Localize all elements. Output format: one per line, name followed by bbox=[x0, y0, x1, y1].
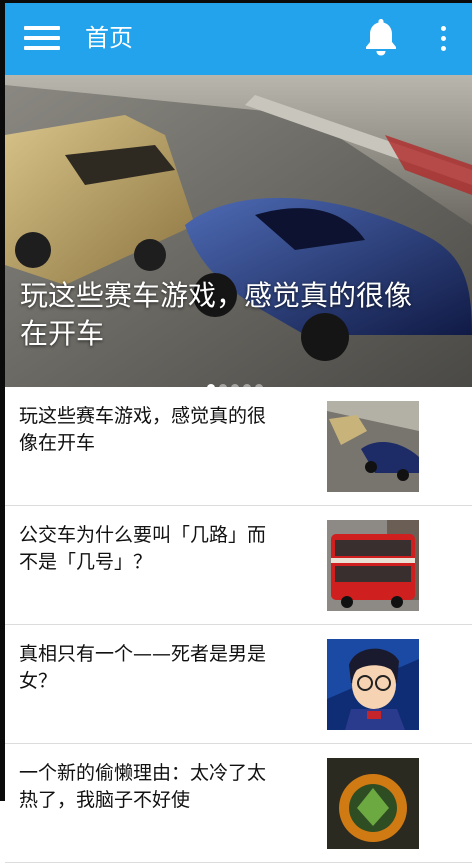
bell-icon[interactable] bbox=[361, 15, 401, 59]
article-title: 玩这些赛车游戏，感觉真的很像在开车 bbox=[19, 405, 267, 454]
article-title: 一个新的偷懒理由：太冷了太热了，我脑子不好使 bbox=[19, 762, 267, 811]
more-vertical-icon[interactable] bbox=[433, 23, 453, 55]
thumbnail-red-bus bbox=[327, 520, 419, 611]
banner-headline: 玩这些赛车游戏，感觉真的很像在开车 bbox=[20, 279, 413, 350]
article-title: 真相只有一个——死者是男是女？ bbox=[19, 643, 267, 692]
thumbnail-green-dial bbox=[327, 758, 419, 849]
article-item[interactable]: 公交车为什么要叫「几路」而不是「几号」？ bbox=[5, 506, 472, 625]
page-title: 首页 bbox=[85, 24, 133, 52]
article-item[interactable]: 真相只有一个——死者是男是女？ bbox=[5, 625, 472, 744]
article-list: 玩这些赛车游戏，感觉真的很像在开车 公交车为什么要叫「几路」而不是「几号」？ 真… bbox=[5, 387, 472, 863]
carousel-indicator bbox=[207, 377, 267, 387]
article-title: 公交车为什么要叫「几路」而不是「几号」？ bbox=[19, 524, 267, 573]
hamburger-menu-icon[interactable] bbox=[24, 23, 62, 53]
article-item[interactable]: 玩这些赛车游戏，感觉真的很像在开车 bbox=[5, 387, 472, 506]
thumbnail-racing-cars bbox=[327, 401, 419, 492]
article-item[interactable]: 一个新的偷懒理由：太冷了太热了，我脑子不好使 bbox=[5, 744, 472, 863]
featured-banner[interactable]: 玩这些赛车游戏，感觉真的很像在开车 bbox=[5, 75, 472, 387]
thumbnail-cartoon-detective bbox=[327, 639, 419, 730]
app-toolbar: 首页 bbox=[5, 3, 472, 75]
